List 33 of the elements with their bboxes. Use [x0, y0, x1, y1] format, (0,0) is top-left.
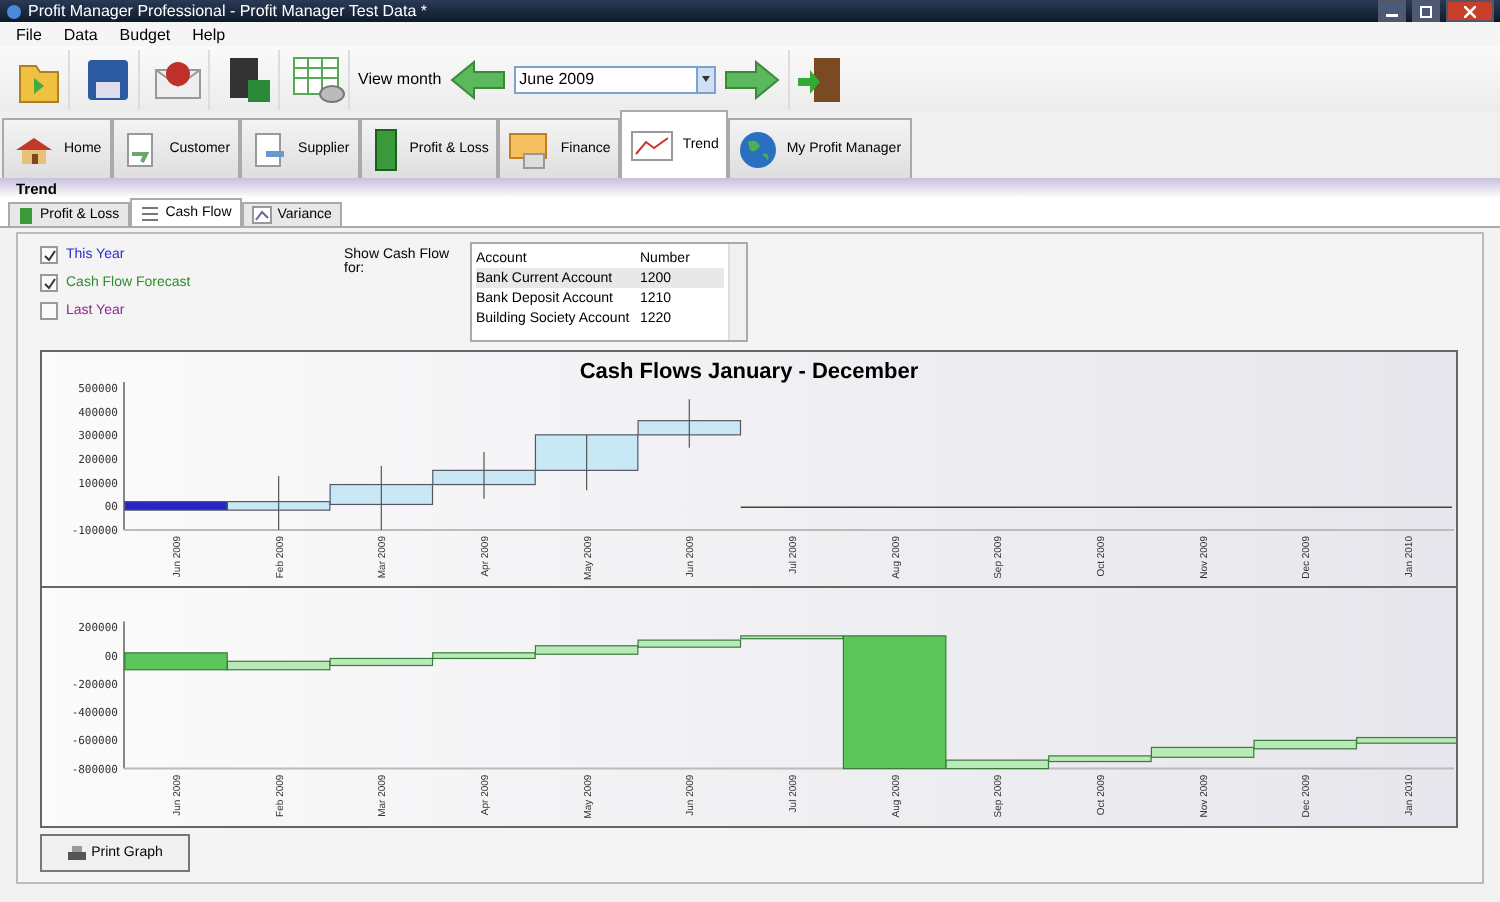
book-icon — [369, 127, 402, 171]
chart-title: Cash Flows January - December — [579, 360, 919, 384]
checkbox[interactable] — [40, 302, 58, 320]
bar — [432, 451, 536, 500]
menu-item[interactable]: Data — [63, 25, 98, 43]
month-dropdown[interactable]: June 2009 — [513, 65, 716, 93]
checkbox[interactable] — [40, 274, 58, 292]
list-icon — [139, 204, 160, 222]
spreadsheet-button[interactable] — [288, 49, 350, 109]
maximize-button[interactable] — [1412, 0, 1440, 22]
caret-icon — [701, 76, 710, 82]
checkbox[interactable] — [40, 246, 58, 264]
close-button[interactable] — [1446, 0, 1494, 22]
menu-item[interactable]: File — [16, 25, 42, 43]
menu-item[interactable]: Help — [192, 25, 226, 43]
close-icon — [1464, 5, 1476, 17]
right-arrow-button[interactable] — [723, 59, 780, 99]
book-icon — [18, 205, 34, 225]
left-arrow-button[interactable] — [449, 59, 506, 99]
line-chart-icon — [630, 129, 675, 161]
house-icon — [12, 133, 56, 165]
globe-icon — [738, 129, 779, 169]
menu-item[interactable]: Budget — [119, 25, 171, 43]
window-title: Profit Manager Professional - Profit Manager Test Data * — [28, 2, 429, 20]
printer-icon — [67, 845, 86, 861]
view-month-label: View month — [358, 70, 442, 88]
app-icon — [6, 3, 22, 19]
bar — [329, 465, 434, 531]
picture-frame-icon — [508, 129, 553, 169]
bar — [637, 398, 742, 449]
bar — [534, 434, 639, 491]
minimize-button[interactable] — [1378, 0, 1406, 22]
maximize-icon — [1420, 5, 1432, 17]
